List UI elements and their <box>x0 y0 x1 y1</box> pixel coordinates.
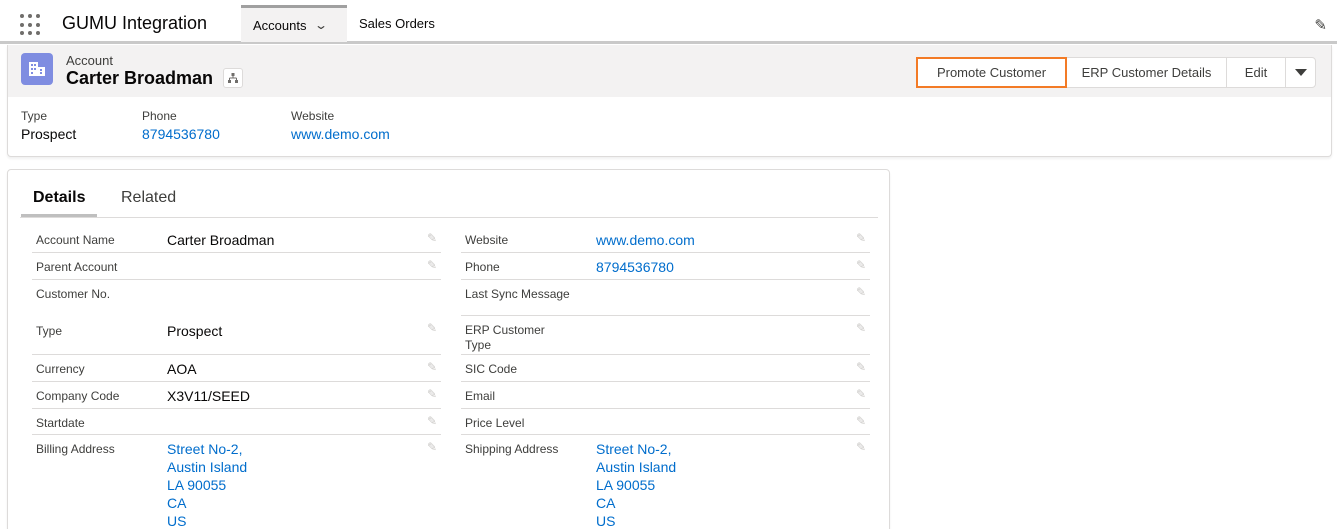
highlight-website: Website www.demo.com <box>291 109 390 142</box>
record-name: Carter Broadman <box>66 68 214 88</box>
field-label: Price Level <box>465 416 525 430</box>
field-label: SIC Code <box>465 362 518 376</box>
field-label: Shipping Address <box>465 442 559 456</box>
field-value: X3V11/SEED <box>167 388 251 404</box>
pencil-icon[interactable]: ✎ <box>856 360 866 374</box>
field-row-website: Website www.demo.com ✎ <box>461 226 870 253</box>
tab-accounts[interactable]: Accounts ⌄ <box>241 5 347 42</box>
field-row-sic-code: SIC Code ✎ <box>461 355 870 382</box>
hierarchy-icon[interactable] <box>223 68 243 88</box>
highlight-type-value: Prospect <box>21 126 77 142</box>
pencil-icon[interactable]: ✎ <box>427 440 437 454</box>
address-line: US <box>167 513 187 529</box>
address-line: Street No-2, <box>167 441 243 457</box>
address-line: Austin Island <box>167 459 248 475</box>
erp-customer-details-button[interactable]: ERP Customer Details <box>1066 57 1227 88</box>
promote-customer-button[interactable]: Promote Customer <box>916 57 1067 88</box>
waffle-icon[interactable] <box>20 14 42 36</box>
shipping-address-link[interactable]: Street No-2, Austin Island LA 90055 CA U… <box>596 440 676 529</box>
field-label: Type <box>36 324 63 338</box>
address-line: CA <box>596 495 616 511</box>
highlight-phone: Phone 8794536780 <box>142 109 220 142</box>
edit-button[interactable]: Edit <box>1226 57 1286 88</box>
detail-tabs: Details Related <box>20 170 878 218</box>
phone-link[interactable]: 8794536780 <box>596 258 674 276</box>
field-row-type: Type Prospect ✎ <box>32 316 441 355</box>
address-line: US <box>596 513 616 529</box>
field-row-customer-no: Customer No. <box>32 280 441 316</box>
tab-related[interactable]: Related <box>121 189 176 207</box>
pencil-icon[interactable]: ✎ <box>856 231 866 245</box>
field-row-account-name: Account Name Carter Broadman ✎ <box>32 226 441 253</box>
field-row-last-sync-message: Last Sync Message ✎ <box>461 280 870 316</box>
highlight-website-link[interactable]: www.demo.com <box>291 126 390 142</box>
app-name: GUMU Integration <box>62 13 208 33</box>
website-link[interactable]: www.demo.com <box>596 231 695 249</box>
highlight-phone-label: Phone <box>142 109 177 123</box>
highlight-phone-link[interactable]: 8794536780 <box>142 126 220 142</box>
address-line: CA <box>167 495 187 511</box>
field-label: Customer No. <box>36 287 111 301</box>
field-label: Email <box>465 389 496 403</box>
field-label: ERP Customer Type <box>465 323 545 352</box>
pencil-icon[interactable]: ✎ <box>427 231 437 245</box>
pencil-icon[interactable]: ✎ <box>856 414 866 428</box>
field-row-price-level: Price Level ✎ <box>461 409 870 435</box>
tab-accounts-label: Accounts <box>253 17 307 33</box>
field-value: AOA <box>167 361 197 377</box>
chevron-down-icon <box>1294 69 1307 76</box>
pencil-icon[interactable]: ✎ <box>427 387 437 401</box>
field-value: Carter Broadman <box>167 232 275 248</box>
field-row-startdate: Startdate ✎ <box>32 409 441 435</box>
pencil-icon[interactable]: ✎ <box>427 360 437 374</box>
highlight-website-label: Website <box>291 109 335 123</box>
record-header: Account Carter Broadman Promote Customer… <box>8 45 1331 97</box>
field-label: Currency <box>36 362 85 376</box>
global-nav: GUMU Integration Accounts ⌄ Sales Orders… <box>0 0 1337 44</box>
address-line: LA 90055 <box>596 477 656 493</box>
address-line: LA 90055 <box>167 477 227 493</box>
field-label: Startdate <box>36 416 85 430</box>
field-row-parent-account: Parent Account ✎ <box>32 253 441 280</box>
account-building-icon <box>21 53 53 85</box>
pencil-icon[interactable]: ✎ <box>856 440 866 454</box>
pencil-icon[interactable]: ✎ <box>856 258 866 272</box>
field-label: Parent Account <box>36 260 118 274</box>
field-value: Prospect <box>167 323 223 339</box>
address-line: Street No-2, <box>596 441 672 457</box>
tab-details[interactable]: Details <box>20 189 99 217</box>
field-row-phone: Phone 8794536780 ✎ <box>461 253 870 280</box>
field-label: Billing Address <box>36 442 115 456</box>
address-line: Austin Island <box>596 459 677 475</box>
tab-sales-orders[interactable]: Sales Orders <box>359 5 435 42</box>
field-row-shipping-address: Shipping Address Street No-2, Austin Isl… <box>461 435 870 529</box>
field-row-email: Email ✎ <box>461 382 870 409</box>
field-row-currency: Currency AOA ✎ <box>32 355 441 382</box>
pencil-icon[interactable]: ✎ <box>856 285 866 299</box>
chevron-down-icon[interactable]: ⌄ <box>314 18 328 32</box>
more-actions-button[interactable] <box>1285 57 1316 88</box>
details-card: Details Related Account Name Carter Broa… <box>7 169 890 529</box>
field-label: Website <box>465 233 509 247</box>
highlight-type-label: Type <box>21 109 48 123</box>
field-label: Account Name <box>36 233 115 247</box>
field-row-erp-customer-type: ERP Customer Type ✎ <box>461 316 870 355</box>
field-row-company-code: Company Code X3V11/SEED ✎ <box>32 382 441 409</box>
pencil-icon[interactable]: ✎ <box>427 321 437 335</box>
field-label: Phone <box>465 260 500 274</box>
highlight-type: Type Prospect <box>21 109 76 142</box>
record-highlights: Account Carter Broadman Promote Customer… <box>7 45 1332 157</box>
field-row-billing-address: Billing Address Street No-2, Austin Isla… <box>32 435 441 529</box>
pencil-icon[interactable]: ✎ <box>1314 16 1327 34</box>
billing-address-link[interactable]: Street No-2, Austin Island LA 90055 CA U… <box>167 440 247 529</box>
record-object-type: Account <box>66 53 113 68</box>
field-label: Company Code <box>36 389 120 403</box>
pencil-icon[interactable]: ✎ <box>427 258 437 272</box>
pencil-icon[interactable]: ✎ <box>856 321 866 335</box>
pencil-icon[interactable]: ✎ <box>427 414 437 428</box>
field-label: Last Sync Message <box>465 287 570 301</box>
record-action-buttons: Promote Customer ERP Customer Details Ed… <box>916 57 1316 88</box>
pencil-icon[interactable]: ✎ <box>856 387 866 401</box>
